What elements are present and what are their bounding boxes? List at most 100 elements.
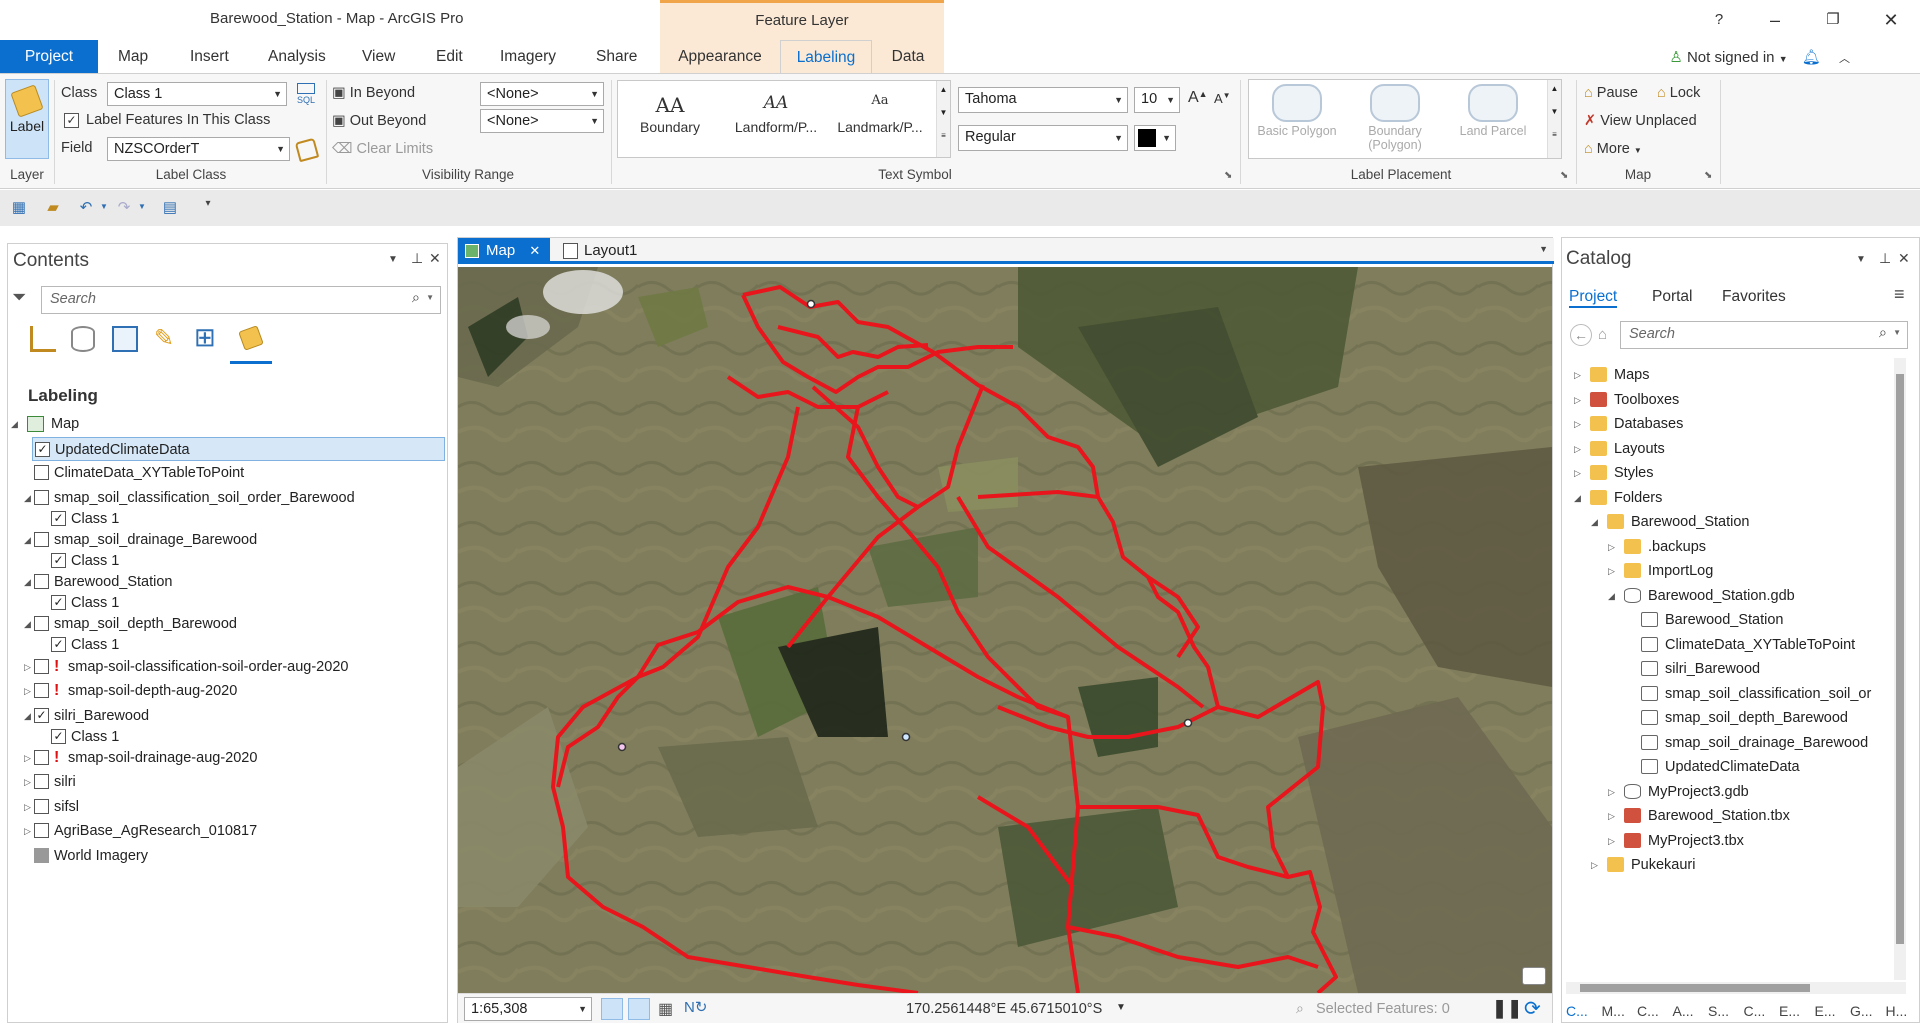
out-beyond-button[interactable]: ▣ Out Beyond [332,113,426,129]
pane-options-icon[interactable]: ▼ [388,254,398,265]
catalog-item[interactable]: ▷ Maps [1562,363,1892,387]
layer-visibility-checkbox[interactable]: ✓ [51,595,66,610]
layer-visibility-checkbox[interactable]: ✓ [51,729,66,744]
clear-limits-button[interactable]: ⌫ Clear Limits [332,141,433,157]
catalog-item[interactable]: ▷ Toolboxes [1562,388,1892,412]
dialog-launcher-icon[interactable]: ⬊ [1224,170,1232,181]
catalog-item[interactable]: smap_soil_drainage_Barewood [1562,731,1892,755]
search-icon[interactable]: ⌕ [412,290,420,306]
shrink-font-button[interactable]: A▼ [1214,91,1231,106]
chevron-up-icon[interactable]: ▲ [937,85,950,94]
view-unplaced-button[interactable]: ✗ View Unplaced [1584,113,1697,129]
lock-labels-button[interactable]: ⌂ Lock [1657,85,1700,101]
snapping-icon[interactable] [628,998,650,1020]
pane-switch-tab[interactable]: E... [1779,1003,1800,1019]
rotation-icon[interactable]: N↻ [684,998,707,1016]
new-project-icon[interactable]: ▦ [9,198,29,218]
collapse-icon[interactable]: ◢ [1608,584,1615,608]
layer-visibility-checkbox[interactable] [34,465,49,480]
chevron-down-icon[interactable]: ▼ [937,108,950,117]
tab-view[interactable]: View [350,40,407,73]
close-pane-icon[interactable]: ✕ [429,250,441,267]
pane-switch-tab[interactable]: C... [1744,1003,1766,1019]
pane-switch-tab[interactable]: H... [1886,1003,1908,1019]
redo-icon[interactable]: ↷ [114,198,134,218]
tab-insert[interactable]: Insert [178,40,241,73]
layer-row[interactable]: ▷! smap-soil-classification-soil-order-au… [8,655,447,679]
label-expression-icon[interactable] [294,137,320,163]
filter-icon[interactable]: ⏷ [12,287,26,308]
field-dropdown[interactable]: NZSCOrderT ▼ [107,137,290,161]
catalog-item[interactable]: ▷ Styles [1562,461,1892,485]
catalog-item[interactable]: ▷ MyProject3.tbx [1562,829,1892,853]
tab-map[interactable]: Map [106,40,160,73]
fixed-zoom-icon[interactable] [601,998,623,1020]
placement-basic-polygon[interactable]: Basic Polygon [1249,80,1345,154]
chevron-down-icon[interactable]: ▼ [1548,107,1561,116]
expand-gallery-icon[interactable]: ≡ [1548,130,1561,139]
out-beyond-scale-dropdown[interactable]: <None> ▼ [480,109,604,133]
dialog-launcher-icon[interactable]: ⬊ [1560,170,1568,181]
layer-visibility-checkbox[interactable] [34,848,49,863]
placement-land-parcel[interactable]: Land Parcel [1445,80,1541,154]
gallery-scroll[interactable]: ▲ ▼ ≡ [936,81,950,157]
list-by-selection-icon[interactable] [112,326,138,352]
scale-dropdown[interactable]: 1:65,308 ▼ [464,997,592,1021]
expand-icon[interactable]: ▷ [24,819,31,843]
restore-button[interactable]: ❐ [1818,6,1848,34]
chevron-up-icon[interactable]: ▲ [1548,84,1561,93]
catalog-item[interactable]: ◢ Barewood_Station.gdb [1562,584,1892,608]
collapse-ribbon-icon[interactable]: ︿ [1839,53,1850,65]
customize-toolbar-icon[interactable]: ▾ [198,198,218,218]
layer-row[interactable]: ▷! smap-soil-drainage-aug-2020 [8,746,447,770]
layer-visibility-checkbox[interactable] [34,774,49,789]
catalog-item[interactable]: smap_soil_depth_Barewood [1562,706,1892,730]
chevron-down-icon[interactable]: ▼ [1116,1002,1126,1013]
label-features-checkbox[interactable]: ✓ [64,112,79,128]
grid-icon[interactable]: ▦ [658,999,673,1019]
expand-icon[interactable]: ▷ [1574,388,1581,412]
expand-icon[interactable]: ▷ [1608,780,1615,804]
close-button[interactable]: ✕ [1876,6,1906,34]
expand-icon[interactable]: ▷ [1608,559,1615,583]
label-toggle-button[interactable]: Label [5,79,49,159]
catalog-item[interactable]: ▷ Layouts [1562,437,1892,461]
expand-icon[interactable]: ▷ [1608,535,1615,559]
layer-visibility-checkbox[interactable] [34,659,49,674]
font-style-dropdown[interactable]: Regular ▼ [958,125,1128,151]
catalog-tab-favorites[interactable]: Favorites [1722,288,1786,306]
scroll-thumb[interactable] [1580,984,1810,992]
layer-row[interactable]: ▷! smap-soil-depth-aug-2020 [8,679,447,703]
catalog-item[interactable]: ▷ ImportLog [1562,559,1892,583]
minimize-button[interactable]: – [1760,6,1790,34]
layer-row[interactable]: ▷ sifsl [8,795,447,819]
climate-point[interactable] [901,732,911,742]
symbol-landmark[interactable]: Aa Landmark/P... [830,81,930,151]
save-icon[interactable]: ▤ [160,198,180,218]
layer-visibility-checkbox[interactable] [34,799,49,814]
tab-imagery[interactable]: Imagery [488,40,568,73]
collapse-icon[interactable]: ◢ [1591,510,1598,534]
tab-appearance[interactable]: Appearance [660,40,780,73]
pane-switch-tab[interactable]: E... [1815,1003,1836,1019]
placement-boundary-polygon[interactable]: Boundary (Polygon) [1347,80,1443,154]
catalog-item[interactable]: ◢ Folders [1562,486,1892,510]
expand-icon[interactable]: ▷ [1574,363,1581,387]
pane-switch-tab[interactable]: S... [1708,1003,1729,1019]
pane-switch-tab[interactable]: G... [1850,1003,1873,1019]
grow-font-button[interactable]: A▲ [1188,89,1208,107]
refresh-icon[interactable]: ⟳ [1524,996,1541,1021]
close-tab-icon[interactable]: ✕ [529,243,540,258]
in-beyond-scale-dropdown[interactable]: <None> ▼ [480,82,604,106]
horizontal-scrollbar[interactable] [1566,982,1906,994]
catalog-item[interactable]: ▷ Barewood_Station.tbx [1562,804,1892,828]
pane-options-icon[interactable]: ▼ [1856,254,1866,265]
chevron-down-icon[interactable]: ▼ [426,293,434,302]
home-icon[interactable]: ⌂ [1598,326,1607,343]
list-by-snapping-icon[interactable]: ⊞ [194,322,216,353]
expand-icon[interactable]: ▷ [1608,829,1615,853]
expand-icon[interactable]: ▷ [24,795,31,819]
chevron-down-icon[interactable]: ▼ [1893,328,1901,337]
layer-visibility-checkbox[interactable]: ✓ [34,708,49,723]
layer-row[interactable]: ClimateData_XYTableToPoint [8,461,447,485]
